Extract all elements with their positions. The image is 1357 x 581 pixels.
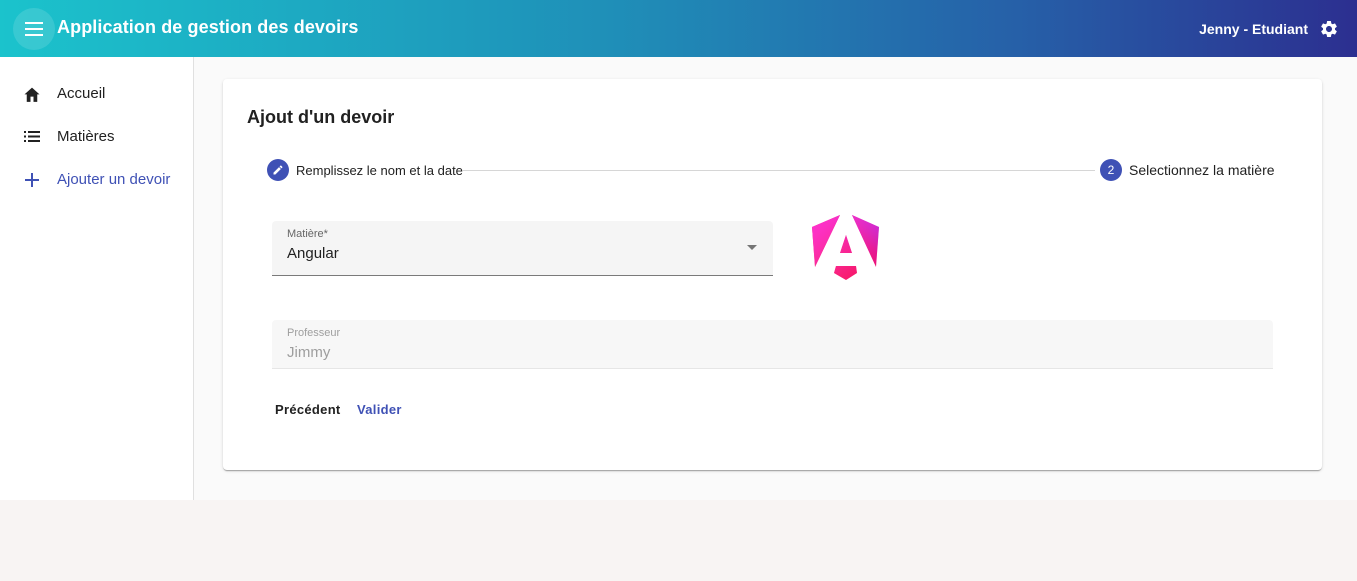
- sidebar: Accueil Matières Ajouter un devoir: [0, 57, 194, 500]
- page-footer-area: [0, 500, 1357, 581]
- menu-button[interactable]: [13, 8, 55, 50]
- stepper-connector: [463, 170, 1095, 171]
- app-title: Application de gestion des devoirs: [57, 17, 359, 37]
- home-icon: [22, 84, 42, 104]
- menu-icon: [25, 22, 43, 36]
- user-label: Jenny - Etudiant: [1199, 21, 1308, 37]
- matiere-label: Matière*: [287, 228, 328, 240]
- matiere-value: Angular: [287, 245, 339, 262]
- add-assignment-card: Ajout d'un devoir Remplissez le nom et l…: [223, 79, 1322, 470]
- chevron-down-icon[interactable]: [747, 245, 757, 250]
- app-toolbar: Application de gestion des devoirs Jenny…: [0, 0, 1357, 57]
- sidebar-item-label: Ajouter un devoir: [57, 171, 171, 188]
- edit-icon: [267, 159, 289, 181]
- sidebar-item-label: Matières: [57, 128, 115, 145]
- step-select-subject[interactable]: 2 Selectionnez la matière: [1100, 159, 1275, 181]
- sidebar-item-label: Accueil: [57, 85, 106, 102]
- list-icon: [22, 127, 42, 147]
- plus-icon: [22, 170, 42, 190]
- gear-icon: [1321, 20, 1337, 37]
- step-fill-name-date[interactable]: Remplissez le nom et la date: [267, 159, 463, 181]
- validate-button[interactable]: Valider: [357, 402, 402, 417]
- angular-logo: [812, 215, 879, 280]
- step-label: Remplissez le nom et la date: [296, 162, 463, 178]
- professeur-label: Professeur: [287, 327, 341, 339]
- professeur-field: Professeur Jimmy: [272, 320, 1273, 369]
- sidebar-item-matieres[interactable]: Matières: [0, 115, 193, 158]
- sidebar-item-accueil[interactable]: Accueil: [0, 72, 193, 115]
- step-label: Selectionnez la matière: [1129, 162, 1275, 178]
- page-title: Ajout d'un devoir: [247, 107, 395, 127]
- settings-button[interactable]: [1317, 17, 1341, 41]
- matiere-select[interactable]: Matière* Angular: [272, 221, 773, 276]
- previous-button[interactable]: Précédent: [275, 402, 341, 417]
- step-number: 2: [1100, 159, 1122, 181]
- professeur-value: Jimmy: [287, 344, 331, 361]
- sidebar-item-ajouter-devoir[interactable]: Ajouter un devoir: [0, 158, 193, 201]
